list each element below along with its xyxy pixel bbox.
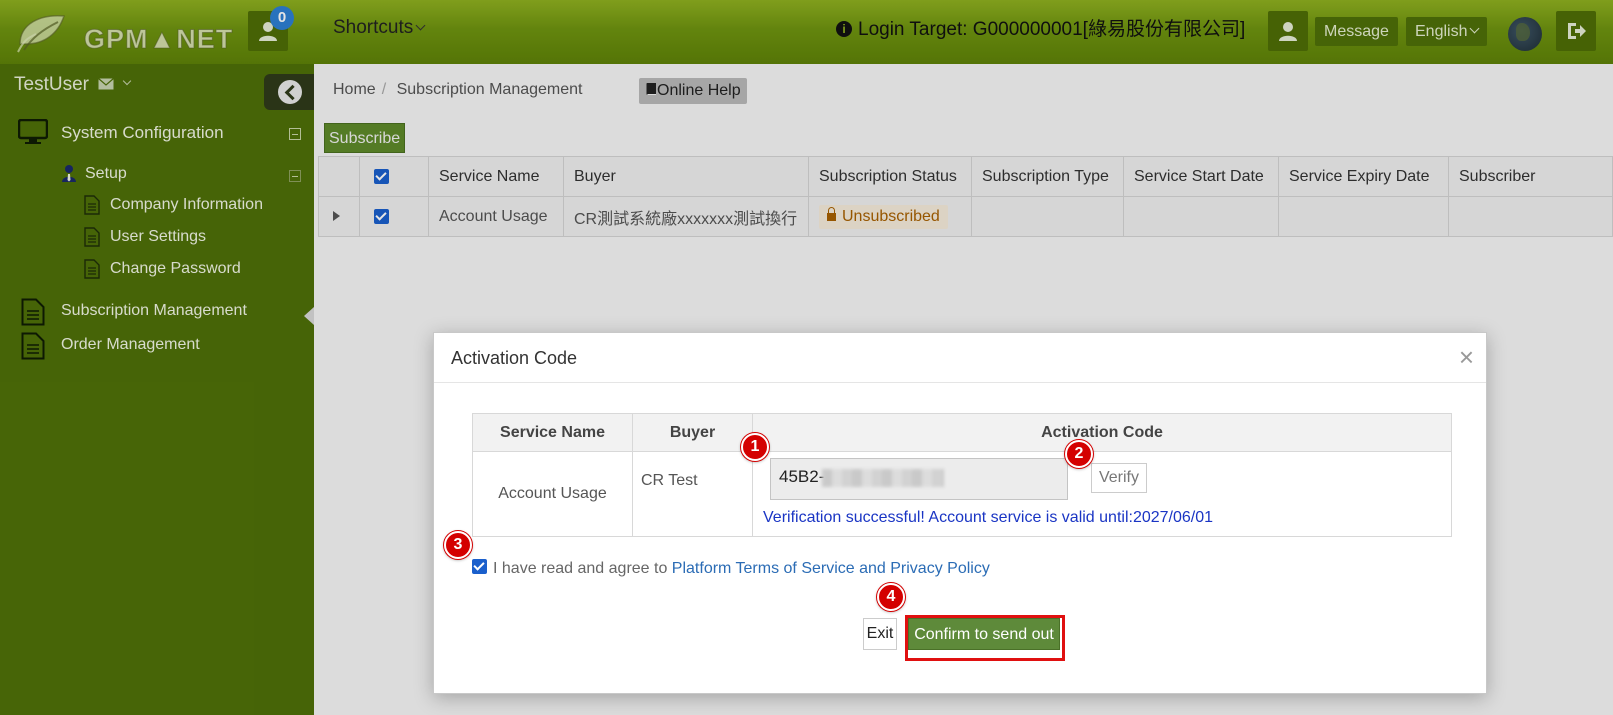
activation-code-modal: Activation Code × Service Name Buyer Act… (433, 332, 1487, 694)
cell-buyer: CR Test (632, 451, 753, 537)
agree-text: I have read and agree to (493, 560, 672, 577)
table-header-row: Service Name Buyer Activation Code (472, 413, 1452, 452)
activation-code-value: 45B2- (779, 467, 825, 486)
terms-link[interactable]: Platform Terms of Service and Privacy Po… (672, 560, 990, 577)
step-marker-1: 1 (741, 433, 769, 461)
verification-message: Verification successful! Account service… (763, 509, 1214, 526)
agree-checkbox[interactable] (472, 559, 487, 574)
terms-agreement: I have read and agree to Platform Terms … (472, 559, 990, 578)
verify-button[interactable]: Verify (1091, 463, 1147, 493)
close-icon[interactable]: × (1459, 342, 1474, 372)
step-marker-3: 3 (444, 531, 472, 559)
redacted-code-blur (822, 468, 945, 487)
activation-code-input[interactable]: 45B2- (770, 458, 1068, 500)
modal-header: Activation Code × (434, 333, 1486, 383)
modal-title: Activation Code (451, 348, 578, 368)
cell-service-name: Account Usage (472, 451, 633, 537)
column-header-service-name: Service Name (472, 413, 633, 452)
confirm-send-button[interactable]: Confirm to send out (908, 618, 1060, 650)
column-header-activation-code: Activation Code (752, 413, 1452, 452)
step-marker-2: 2 (1065, 440, 1093, 468)
step-marker-4: 4 (877, 583, 905, 611)
column-header-buyer: Buyer (632, 413, 753, 452)
exit-button[interactable]: Exit (863, 618, 897, 650)
